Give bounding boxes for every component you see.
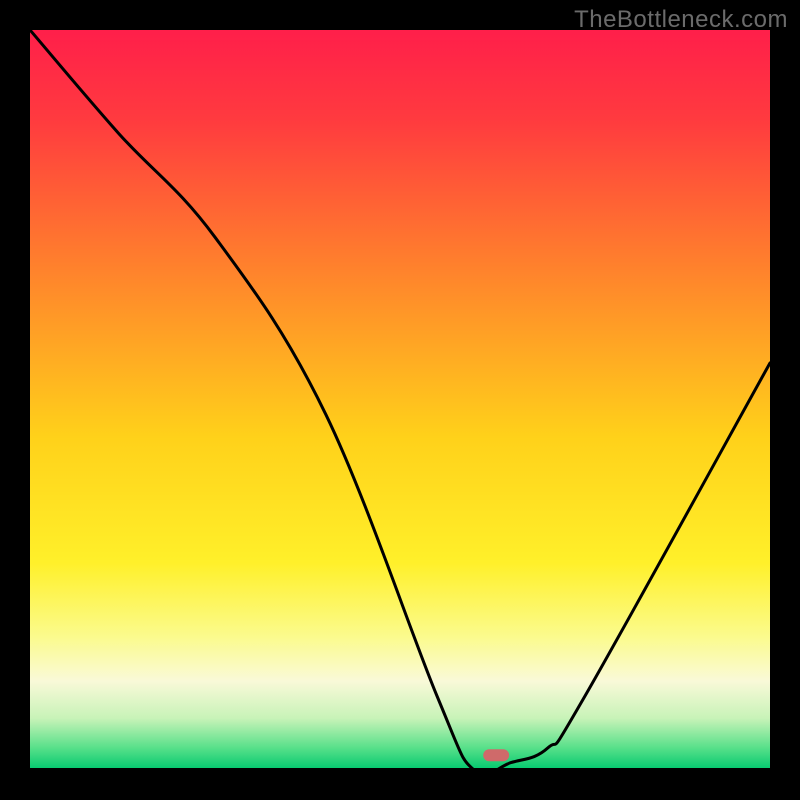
watermark-text: TheBottleneck.com: [574, 6, 788, 34]
gradient-rect: [30, 30, 770, 770]
chart-svg: [30, 30, 770, 770]
chart-plot-area: [30, 30, 770, 770]
optimal-marker: [483, 749, 509, 761]
chart-frame: TheBottleneck.com: [0, 0, 800, 800]
